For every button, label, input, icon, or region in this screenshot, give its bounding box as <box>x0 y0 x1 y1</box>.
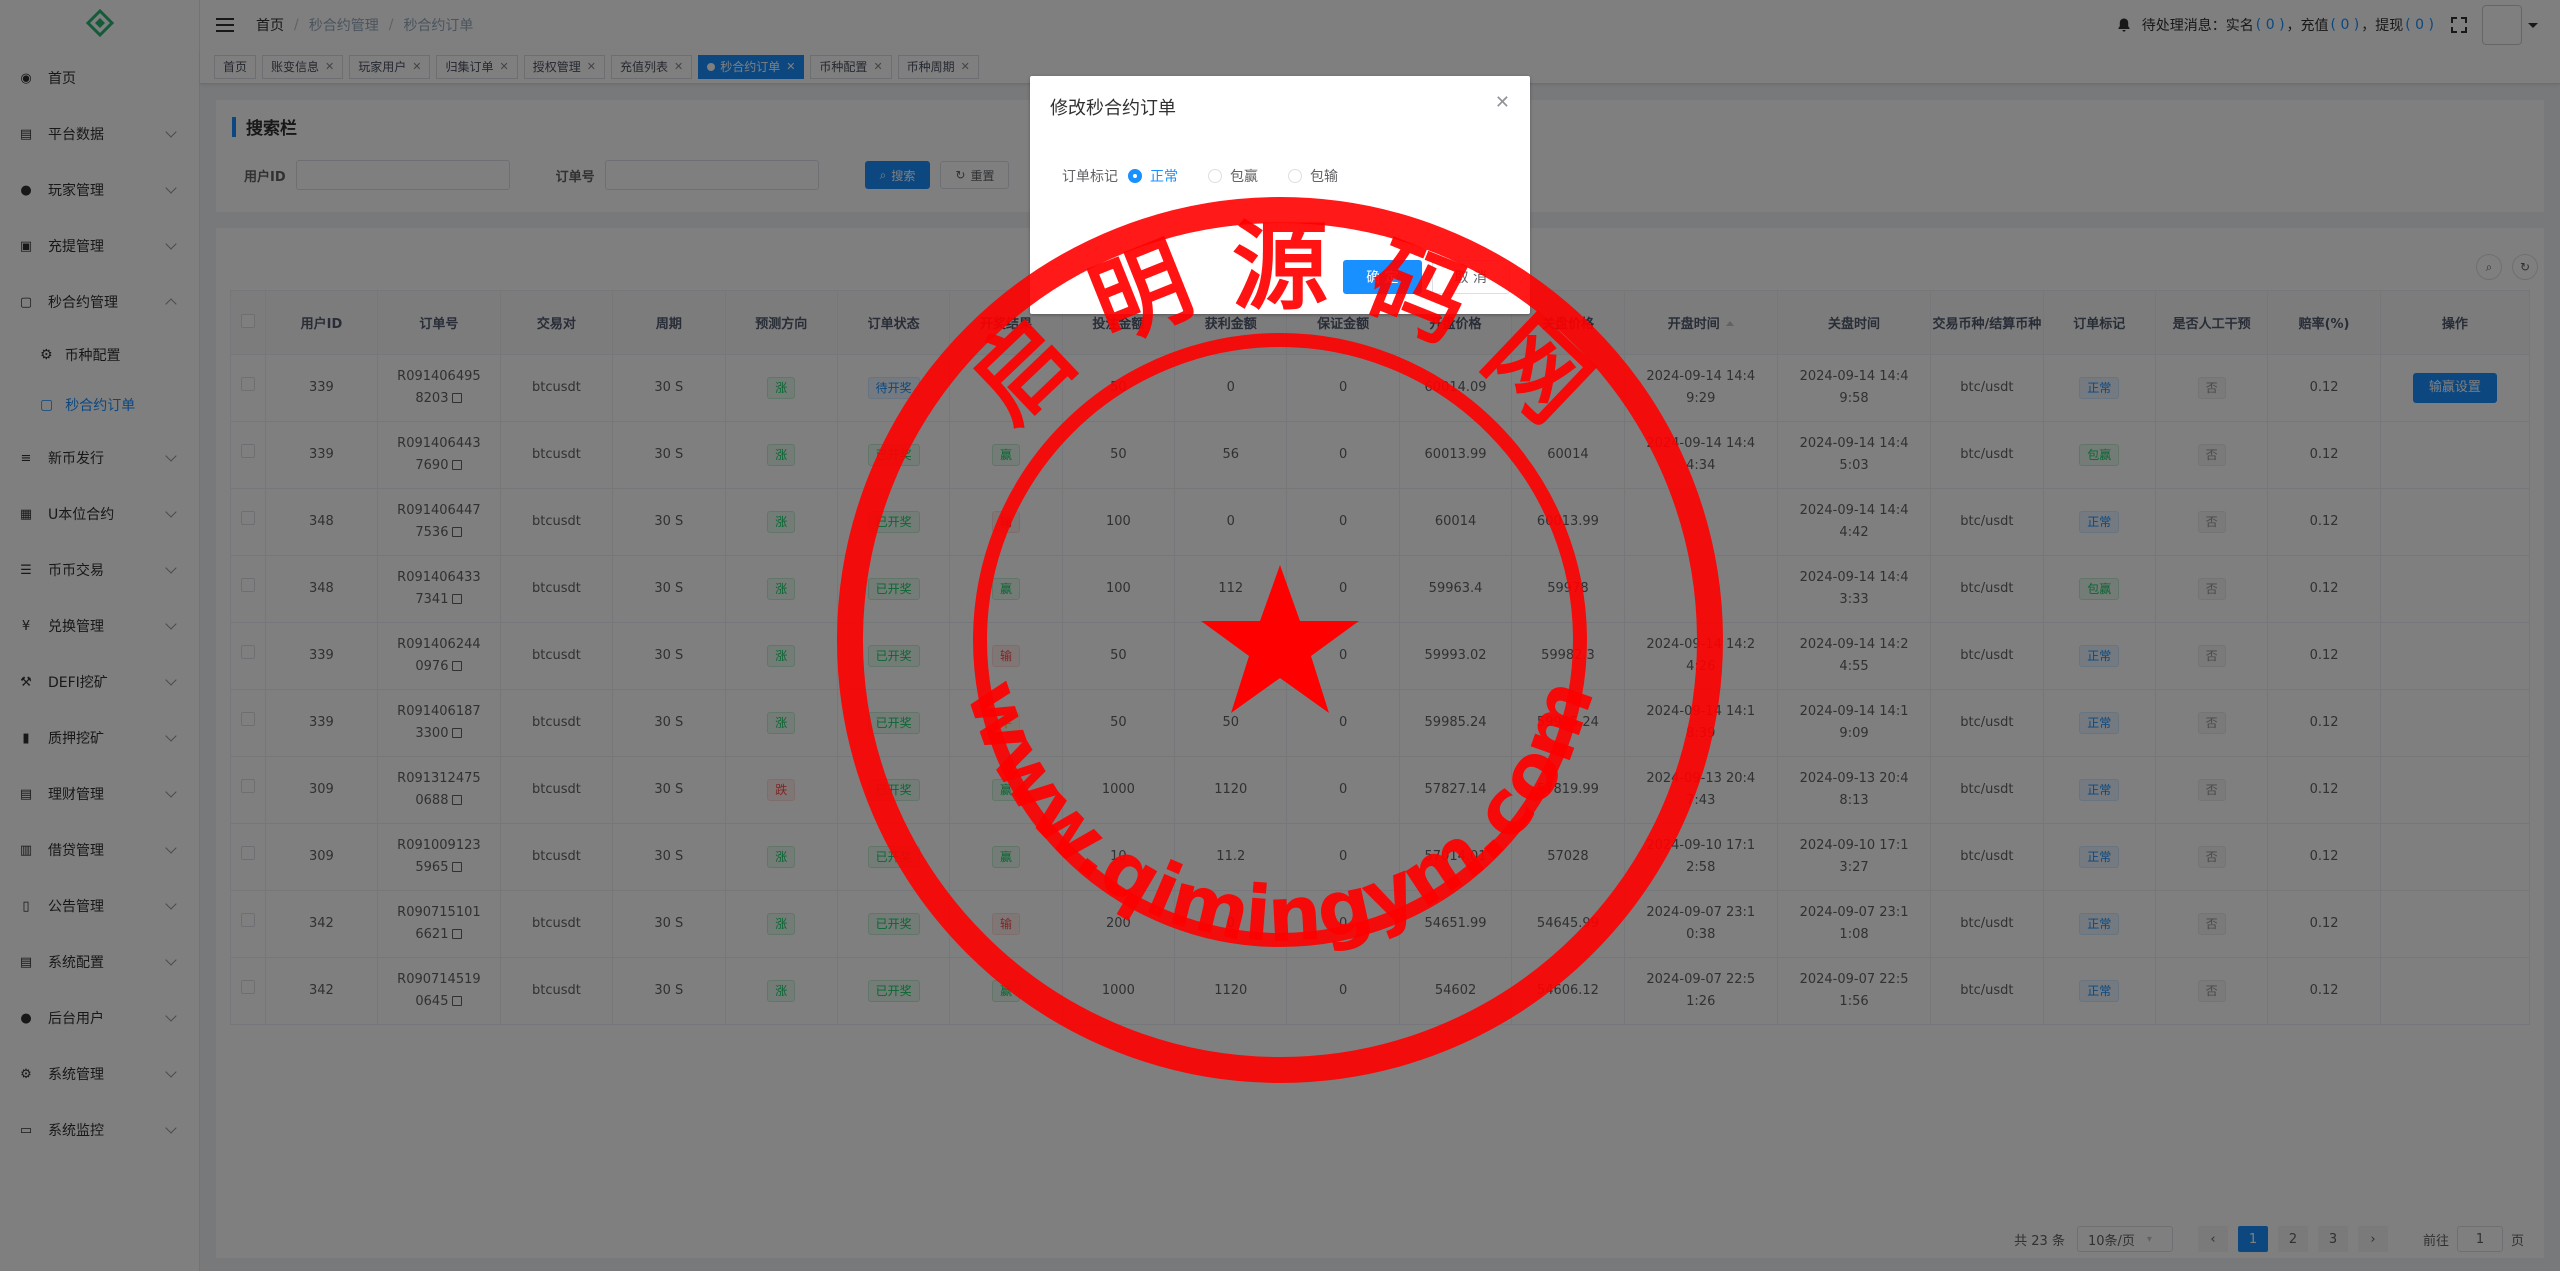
dialog-title: 修改秒合约订单 <box>1050 98 1176 119</box>
radio-option-label: 包输 <box>1310 169 1338 185</box>
cancel-button[interactable]: 取 消 <box>1431 260 1510 294</box>
order-mark-label: 订单标记 <box>1062 169 1118 185</box>
edit-order-dialog: 修改秒合约订单 ✕ 订单标记 正常 包赢 包输 确 定 取 消 <box>1030 76 1530 314</box>
order-mark-radio-group: 正常 包赢 包输 <box>1128 166 1368 186</box>
radio-option-1[interactable]: 包赢 <box>1208 166 1258 186</box>
radio-circle-icon <box>1288 169 1302 183</box>
radio-option-0[interactable]: 正常 <box>1128 166 1178 186</box>
close-icon[interactable]: ✕ <box>1495 92 1510 113</box>
radio-circle-icon <box>1208 169 1222 183</box>
radio-circle-icon <box>1128 169 1142 183</box>
radio-option-2[interactable]: 包输 <box>1288 166 1338 186</box>
radio-option-label: 正常 <box>1150 169 1178 185</box>
confirm-button[interactable]: 确 定 <box>1343 260 1422 294</box>
dialog-footer: 确 定 取 消 <box>1333 260 1510 294</box>
order-mark-field: 订单标记 正常 包赢 包输 <box>1062 166 1368 186</box>
radio-option-label: 包赢 <box>1230 169 1258 185</box>
